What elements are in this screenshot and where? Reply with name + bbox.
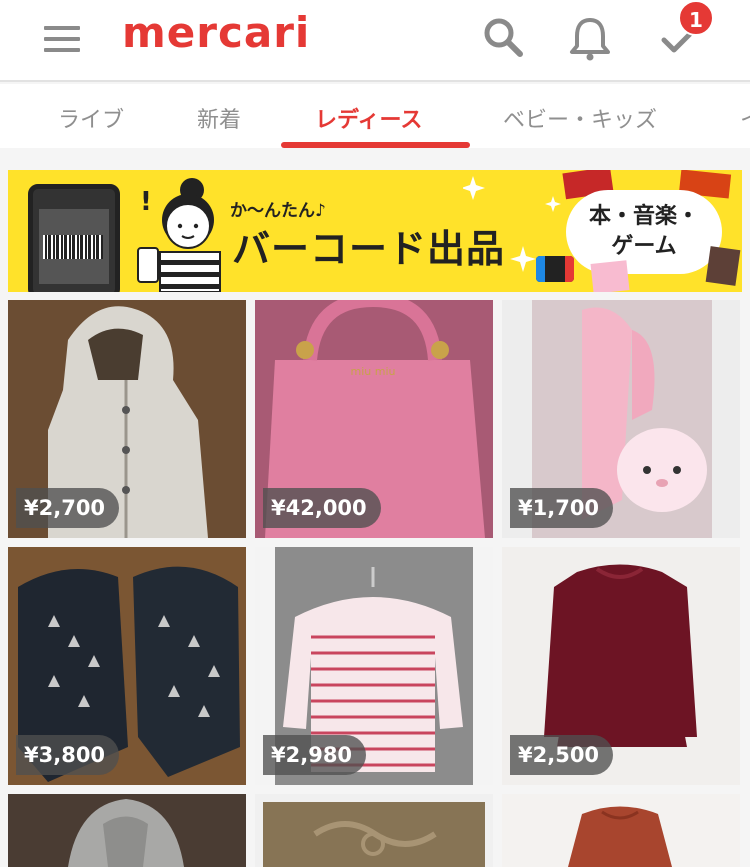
- product-price: ¥2,980: [263, 735, 367, 775]
- barcode-listing-banner[interactable]: ! か〜んたん♪ バーコード出品 本・音楽・ ゲーム: [8, 170, 742, 292]
- todo-badge: 1: [678, 0, 714, 36]
- bell-icon[interactable]: [566, 14, 614, 62]
- product-price: ¥1,700: [510, 488, 614, 528]
- product-price: ¥2,700: [16, 488, 120, 528]
- svg-text:miu miu: miu miu: [351, 365, 396, 378]
- category-tabs: ライブ 新着 レディース ベビー・キッズ イ: [0, 84, 750, 148]
- book-cover-image-2: [705, 246, 741, 286]
- girl-illustration: !: [137, 178, 221, 292]
- game-console-image: [536, 256, 574, 282]
- search-icon[interactable]: [480, 14, 528, 62]
- hamburger-menu-icon[interactable]: [44, 26, 80, 52]
- product-tile[interactable]: miu miu ¥42,000: [255, 300, 493, 538]
- banner-category-line1: 本・音楽・: [588, 204, 699, 229]
- product-tile[interactable]: ¥1,700: [502, 300, 740, 538]
- product-tile[interactable]: ¥3,800: [8, 547, 246, 785]
- product-tile[interactable]: [8, 794, 246, 867]
- tab-more[interactable]: イ: [740, 102, 750, 134]
- product-price: ¥2,500: [510, 735, 614, 775]
- phone-illustration: [28, 184, 120, 292]
- music-cover-image: [590, 260, 630, 292]
- product-price: ¥42,000: [263, 488, 381, 528]
- tab-new[interactable]: 新着: [197, 102, 241, 134]
- product-tile[interactable]: ¥2,700: [8, 300, 246, 538]
- app-header: mercari 1: [0, 0, 750, 82]
- active-tab-indicator: [281, 142, 470, 148]
- product-tile[interactable]: [255, 794, 493, 867]
- tab-live[interactable]: ライブ: [58, 102, 124, 134]
- tab-baby-kids[interactable]: ベビー・キッズ: [503, 102, 657, 134]
- product-image: [502, 794, 740, 867]
- product-tile[interactable]: ¥2,500: [502, 547, 740, 785]
- banner-category-line2: ゲーム: [611, 234, 677, 259]
- svg-text:!: !: [140, 187, 152, 217]
- banner-category-pill: 本・音楽・ ゲーム: [566, 190, 722, 274]
- product-price: ¥3,800: [16, 735, 120, 775]
- product-image: [8, 794, 246, 867]
- product-tile[interactable]: ¥2,980: [255, 547, 493, 785]
- mercari-logo[interactable]: mercari: [122, 8, 310, 57]
- product-image: [255, 794, 493, 867]
- product-tile[interactable]: [502, 794, 740, 867]
- tab-ladies[interactable]: レディース: [315, 102, 422, 134]
